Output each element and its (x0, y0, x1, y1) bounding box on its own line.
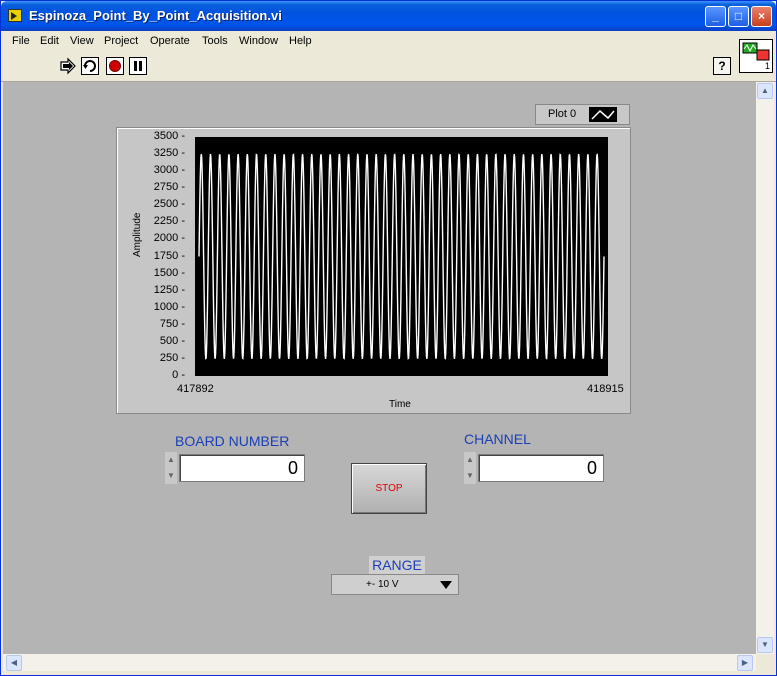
range-dropdown[interactable]: +- 10 V (331, 574, 459, 595)
range-value: +- 10 V (366, 579, 399, 590)
scroll-left-button[interactable]: ◀ (6, 655, 22, 671)
y-tick-label: 250 - (159, 351, 185, 364)
menu-edit[interactable]: Edit (40, 35, 59, 47)
plot-area[interactable] (195, 137, 608, 376)
x-axis-label: Time (389, 399, 411, 410)
scroll-up-button[interactable]: ▲ (757, 83, 773, 99)
y-tick-label: 2500 - (153, 198, 185, 211)
menu-window[interactable]: Window (239, 35, 278, 47)
channel-field[interactable]: 0 (478, 454, 604, 482)
menu-help[interactable]: Help (289, 35, 312, 47)
y-tick-label: 2250 - (153, 215, 185, 228)
y-tick-label: 2750 - (153, 181, 185, 194)
menu-operate[interactable]: Operate (150, 35, 190, 47)
y-tick-label: 1250 - (153, 283, 185, 296)
toolbar (1, 51, 776, 82)
context-help-button[interactable]: ? (713, 57, 731, 75)
y-axis-label: Amplitude (132, 212, 143, 257)
close-button[interactable]: × (751, 6, 772, 27)
menu-bar: File Edit View Project Operate Tools Win… (1, 31, 776, 51)
vi-connector-icon: 1 (739, 39, 773, 73)
stop-button[interactable]: STOP (351, 463, 427, 514)
maximize-button[interactable]: □ (728, 6, 749, 27)
vertical-scrollbar[interactable]: ▲ ▼ (756, 82, 774, 654)
y-tick-label: 1000 - (153, 300, 185, 313)
run-continuously-icon[interactable] (81, 57, 99, 75)
scroll-down-button[interactable]: ▼ (757, 637, 773, 653)
board-number-field[interactable]: 0 (179, 454, 305, 482)
horizontal-scrollbar[interactable]: ◀ ▶ (3, 654, 756, 671)
y-tick-label: 3250 - (153, 147, 185, 160)
menu-view[interactable]: View (70, 35, 94, 47)
y-tick-label: 2000 - (153, 232, 185, 245)
dropdown-arrow-icon[interactable] (440, 581, 452, 589)
y-tick-label: 3000 - (153, 164, 185, 177)
x-tick-start: 417892 (177, 383, 214, 395)
y-tick-label: 750 - (159, 317, 185, 330)
y-tick-label: 3500 - (153, 130, 185, 142)
menu-file[interactable]: File (12, 35, 30, 47)
pause-icon[interactable] (129, 57, 147, 75)
legend-label: Plot 0 (548, 108, 577, 120)
menu-tools[interactable]: Tools (202, 35, 228, 47)
scroll-right-button[interactable]: ▶ (737, 655, 753, 671)
plot-legend[interactable]: Plot 0 (535, 104, 630, 125)
y-tick-label: 1750 - (153, 249, 185, 262)
legend-swatch[interactable] (589, 107, 617, 122)
minimize-button[interactable]: _ (705, 6, 726, 27)
range-label: RANGE (369, 556, 425, 574)
window-title: Espinoza_Point_By_Point_Acquisition.vi (29, 8, 282, 23)
series-plot-0-line (198, 153, 605, 360)
board-number-stepper[interactable]: ▲ ▼ (165, 452, 177, 484)
app-window: Espinoza_Point_By_Point_Acquisition.vi _… (0, 0, 777, 676)
y-tick-label: 1500 - (153, 266, 185, 279)
y-tick-label: 500 - (159, 334, 185, 347)
board-number-label: BOARD NUMBER (175, 433, 290, 449)
abort-icon[interactable] (106, 57, 124, 75)
x-tick-end: 418915 (587, 383, 624, 395)
run-arrow-icon[interactable] (59, 57, 77, 75)
y-tick-label: 0 - (172, 369, 185, 381)
menu-project[interactable]: Project (104, 35, 138, 47)
channel-label: CHANNEL (464, 431, 531, 447)
labview-vi-icon (8, 9, 22, 22)
title-bar[interactable]: Espinoza_Point_By_Point_Acquisition.vi _… (1, 1, 776, 31)
vi-icon-number: 1 (764, 61, 770, 71)
waveform-plot (198, 153, 605, 360)
channel-stepper[interactable]: ▲ ▼ (464, 452, 476, 484)
